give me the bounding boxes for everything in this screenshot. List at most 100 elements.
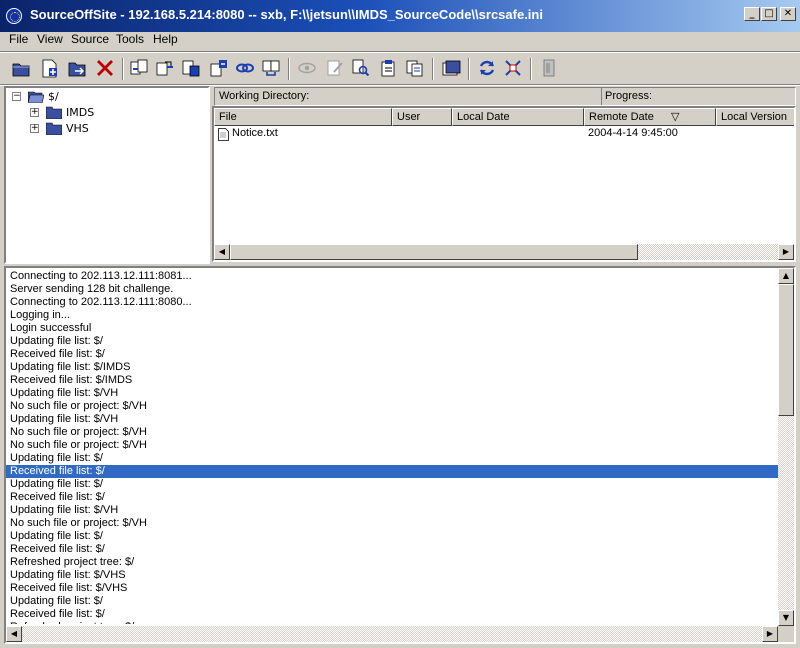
log-line[interactable]: Updating file list: $/VH xyxy=(6,504,778,517)
log-line[interactable]: Received file list: $/IMDS xyxy=(6,374,778,387)
scroll-up-button[interactable]: ▲ xyxy=(778,268,794,284)
toolbar-separator xyxy=(122,58,124,80)
diff-icon[interactable] xyxy=(502,57,524,79)
log-line[interactable]: Connecting to 202.113.12.111:8081... xyxy=(6,270,778,283)
tree-item-label: IMDS xyxy=(66,106,95,119)
remote-date-label: Remote Date xyxy=(589,111,654,123)
table-row[interactable]: Notice.txt 2004-4-14 9:45:00 xyxy=(214,126,794,142)
check-out-icon[interactable] xyxy=(128,57,150,79)
output-log[interactable]: Connecting to 202.113.12.111:8081... Serv… xyxy=(4,266,796,644)
log-line[interactable]: Updating file list: $/ xyxy=(6,335,778,348)
check-in-icon[interactable] xyxy=(154,57,176,79)
find-icon[interactable] xyxy=(350,57,372,79)
log-line[interactable]: Received file list: $/ xyxy=(6,608,778,621)
log-scroll-right-button[interactable]: ▶ xyxy=(762,626,778,642)
share-link-icon[interactable] xyxy=(234,57,256,79)
log-line[interactable]: Logging in... xyxy=(6,309,778,322)
maximize-button[interactable]: □ xyxy=(761,7,777,21)
toolbar-separator xyxy=(432,58,434,80)
scroll-right-button[interactable]: ▶ xyxy=(778,244,794,260)
log-line[interactable]: No such file or project: $/VH xyxy=(6,517,778,530)
tree-item-imds[interactable]: + IMDS xyxy=(30,105,190,121)
tree-item-root[interactable]: − $/ xyxy=(12,89,202,105)
column-header-local-version[interactable]: Local Version xyxy=(716,108,794,126)
log-line[interactable]: Updating file list: $/VHS xyxy=(6,569,778,582)
expand-icon[interactable]: + xyxy=(30,124,39,133)
menu-bar: File View Source Tools Help xyxy=(0,32,800,50)
log-line[interactable]: No such file or project: $/VH xyxy=(6,439,778,452)
refresh-icon[interactable] xyxy=(476,57,498,79)
open-folder-icon[interactable] xyxy=(10,57,32,79)
horizontal-scroll-thumb[interactable] xyxy=(230,244,638,260)
log-line[interactable]: Received file list: $/ xyxy=(6,348,778,361)
menu-help[interactable]: Help xyxy=(153,32,178,46)
remote-date: 2004-4-14 9:45:00 xyxy=(588,127,678,139)
menu-view[interactable]: View xyxy=(37,32,63,46)
merge-icon[interactable] xyxy=(260,57,282,79)
file-list[interactable]: File User Local Date Remote Date ▽ Local… xyxy=(212,106,796,262)
get-latest-icon[interactable] xyxy=(208,57,230,79)
tree-root-label: $/ xyxy=(48,90,59,103)
delete-icon[interactable] xyxy=(94,57,116,79)
column-header-user[interactable]: User xyxy=(392,108,452,126)
log-line[interactable]: Received file list: $/ xyxy=(6,465,778,478)
add-file-icon[interactable] xyxy=(38,57,60,79)
log-line[interactable]: Updating file list: $/IMDS xyxy=(6,361,778,374)
log-line[interactable]: Updating file list: $/ xyxy=(6,478,778,491)
minimize-button[interactable]: _ xyxy=(744,7,760,21)
close-button[interactable]: ✕ xyxy=(780,7,796,21)
working-directory-bar: Working Directory: Progress: xyxy=(214,87,796,106)
log-line[interactable]: Updating file list: $/ xyxy=(6,595,778,608)
edit-icon[interactable] xyxy=(324,57,346,79)
vertical-scroll-thumb[interactable] xyxy=(778,284,794,416)
log-line[interactable]: Received file list: $/VHS xyxy=(6,582,778,595)
scroll-left-button[interactable]: ◀ xyxy=(214,244,230,260)
column-header-local-date[interactable]: Local Date xyxy=(452,108,584,126)
title-bar[interactable]: SourceOffSite - 192.168.5.214:8080 -- sx… xyxy=(0,0,800,32)
toolbar-separator xyxy=(288,58,290,80)
tree-item-vhs[interactable]: + VHS xyxy=(30,121,190,137)
label-icon[interactable] xyxy=(440,57,462,79)
log-line[interactable]: Refreshed project tree: $/ xyxy=(6,621,778,624)
log-line[interactable]: Refreshed project tree: $/ xyxy=(6,556,778,569)
log-line[interactable]: Received file list: $/ xyxy=(6,491,778,504)
exit-icon[interactable] xyxy=(538,57,560,79)
size-grip[interactable] xyxy=(778,626,794,642)
menu-file[interactable]: File xyxy=(9,32,28,46)
add-folder-icon[interactable] xyxy=(66,57,88,79)
text-file-icon xyxy=(218,128,229,141)
collapse-icon[interactable]: − xyxy=(12,92,21,101)
log-lines: Connecting to 202.113.12.111:8081... Serv… xyxy=(6,268,778,624)
column-header-file[interactable]: File xyxy=(214,108,392,126)
log-line[interactable]: Updating file list: $/VH xyxy=(6,387,778,400)
log-line[interactable]: Updating file list: $/ xyxy=(6,530,778,543)
scroll-down-button[interactable]: ▼ xyxy=(778,610,794,626)
log-line[interactable]: No such file or project: $/VH xyxy=(6,426,778,439)
log-horizontal-scroll-track[interactable] xyxy=(22,626,762,642)
log-line[interactable]: Received file list: $/ xyxy=(6,543,778,556)
folder-open-icon xyxy=(28,91,44,103)
project-tree[interactable]: − $/ + IMDS + VHS xyxy=(4,86,210,264)
sort-descending-icon: ▽ xyxy=(671,111,680,123)
menu-tools[interactable]: Tools xyxy=(116,32,144,46)
history-icon[interactable] xyxy=(404,57,426,79)
log-line[interactable]: Updating file list: $/VH xyxy=(6,413,778,426)
properties-icon[interactable] xyxy=(378,57,400,79)
file-name: Notice.txt xyxy=(232,127,278,139)
toolbar-separator xyxy=(468,58,470,80)
log-line[interactable]: Server sending 128 bit challenge. xyxy=(6,283,778,296)
log-line[interactable]: Login successful xyxy=(6,322,778,335)
undo-check-out-icon[interactable] xyxy=(180,57,202,79)
log-scroll-left-button[interactable]: ◀ xyxy=(6,626,22,642)
log-line[interactable]: No such file or project: $/VH xyxy=(6,400,778,413)
expand-icon[interactable]: + xyxy=(30,108,39,117)
app-icon[interactable] xyxy=(6,8,22,24)
window-title: SourceOffSite - 192.168.5.214:8080 -- sx… xyxy=(30,7,543,22)
view-icon[interactable] xyxy=(296,57,318,79)
log-line[interactable]: Connecting to 202.113.12.111:8080... xyxy=(6,296,778,309)
toolbar-separator xyxy=(530,58,532,80)
menu-source[interactable]: Source xyxy=(71,32,109,46)
log-line[interactable]: Updating file list: $/ xyxy=(6,452,778,465)
column-header-remote-date[interactable]: Remote Date ▽ xyxy=(584,108,716,126)
working-directory-label: Working Directory: xyxy=(219,90,310,102)
